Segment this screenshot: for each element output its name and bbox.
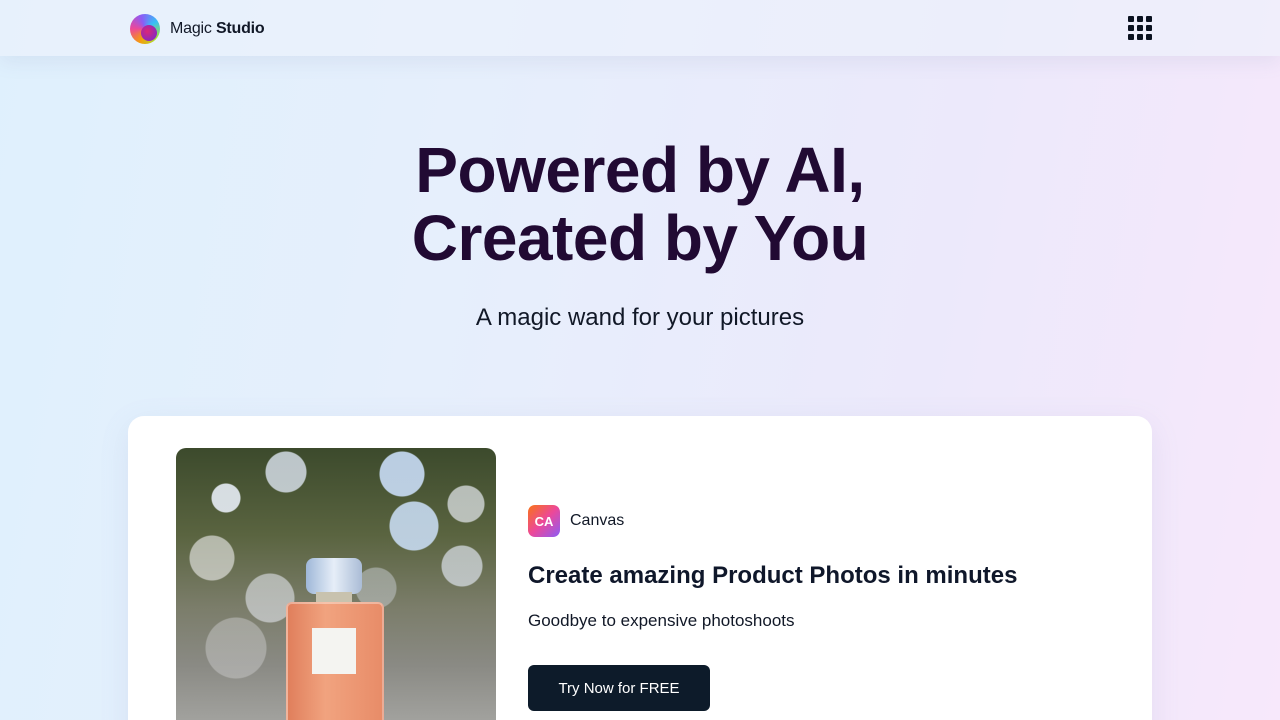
brand-name-bold: Studio (215, 20, 265, 37)
canvas-app-icon: CA (528, 505, 560, 537)
product-photo (176, 448, 496, 720)
feature-title: Create amazing Product Photos in minutes (528, 562, 1018, 589)
magic-studio-logo-icon (130, 14, 160, 44)
hero-title: Powered by AI, Created by You (0, 136, 1280, 272)
canvas-label: Canvas (570, 512, 625, 529)
canvas-badge: CA Canvas (528, 505, 624, 537)
bottle-label (312, 628, 356, 674)
feature-subtitle: Goodbye to expensive photoshoots (528, 611, 795, 630)
brand-name-prefix: Magic (170, 20, 212, 37)
hero-title-line1: Powered by AI, (415, 134, 865, 206)
brand-name: Magic Studio (170, 20, 265, 38)
hero-subtitle: A magic wand for your pictures (475, 304, 805, 331)
brand-link[interactable]: Magic Studio (130, 14, 265, 44)
apps-grid-icon[interactable] (1126, 14, 1154, 42)
top-navbar: Magic Studio (0, 0, 1280, 56)
hero-title-line2: Created by You (411, 202, 869, 274)
feature-card: CA Canvas Create amazing Product Photos … (128, 416, 1152, 720)
bottle-cap (306, 558, 362, 594)
try-now-button[interactable]: Try Now for FREE (528, 665, 710, 711)
